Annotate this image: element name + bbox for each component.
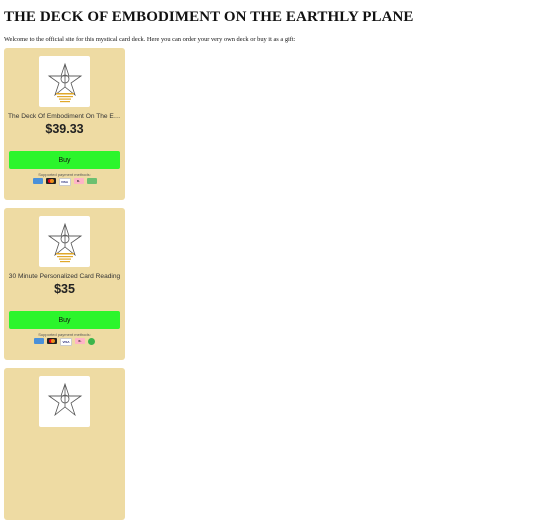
intro-text: Welcome to the official site for this my… xyxy=(4,36,296,43)
product-image[interactable] xyxy=(39,376,90,427)
product-card xyxy=(4,368,125,520)
page: THE DECK OF EMBODIMENT ON THE EARTHLY PL… xyxy=(0,9,540,43)
card-icon xyxy=(32,178,43,184)
product-image[interactable] xyxy=(39,56,90,107)
mastercard-icon xyxy=(47,338,57,344)
cash-icon xyxy=(86,178,97,184)
product-image[interactable] xyxy=(39,216,90,267)
payment-methods-label: Supported payment methods: xyxy=(38,332,91,337)
payment-methods: VISA K. xyxy=(4,338,125,346)
mastercard-icon xyxy=(45,178,56,184)
product-card: The Deck Of Embodiment On The Earthly Pl… xyxy=(4,48,125,200)
product-card: 30 Minute Personalized Card Reading $35 … xyxy=(4,208,125,360)
visa-icon: VISA xyxy=(60,338,72,346)
page-title: THE DECK OF EMBODIMENT ON THE EARTHLY PL… xyxy=(4,9,414,25)
product-name[interactable]: The Deck Of Embodiment On The Earthly Pl… xyxy=(8,113,121,120)
buy-button[interactable]: Buy xyxy=(9,151,120,169)
deck-logo-icon xyxy=(47,382,82,416)
klarna-icon: K. xyxy=(75,338,85,344)
payment-methods-label: Supported payment methods: xyxy=(38,172,91,177)
payment-methods: VISA K. xyxy=(4,178,125,186)
deck-logo-icon xyxy=(47,62,82,102)
visa-icon: VISA xyxy=(58,178,71,186)
cashapp-icon xyxy=(88,338,95,345)
buy-button[interactable]: Buy xyxy=(9,311,120,329)
product-price: $35 xyxy=(54,282,75,296)
klarna-icon: K. xyxy=(73,178,84,184)
card-icon xyxy=(34,338,44,344)
product-name[interactable]: 30 Minute Personalized Card Reading xyxy=(8,273,121,280)
deck-logo-icon xyxy=(47,222,82,262)
product-price: $39.33 xyxy=(45,122,84,136)
